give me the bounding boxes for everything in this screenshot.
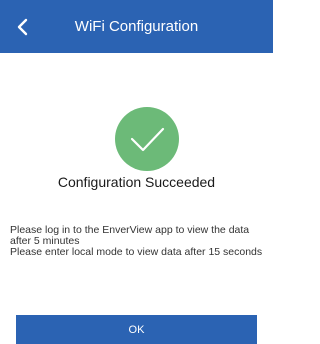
back-button[interactable] xyxy=(6,10,40,44)
chevron-left-icon xyxy=(17,18,28,36)
header-bar: WiFi Configuration xyxy=(0,0,273,53)
ok-button[interactable]: OK xyxy=(16,315,257,344)
wifi-configuration-screen: WiFi Configuration Configuration Succeed… xyxy=(0,0,273,344)
status-title: Configuration Succeeded xyxy=(57,174,216,190)
status-message: Please log in to the EnverView app to vi… xyxy=(10,225,266,258)
message-line-app: Please log in to the EnverView app to vi… xyxy=(10,224,250,247)
checkmark-circle-icon xyxy=(115,107,179,171)
page-title: WiFi Configuration xyxy=(74,18,199,35)
message-line-local: Please enter local mode to view data aft… xyxy=(10,246,263,258)
